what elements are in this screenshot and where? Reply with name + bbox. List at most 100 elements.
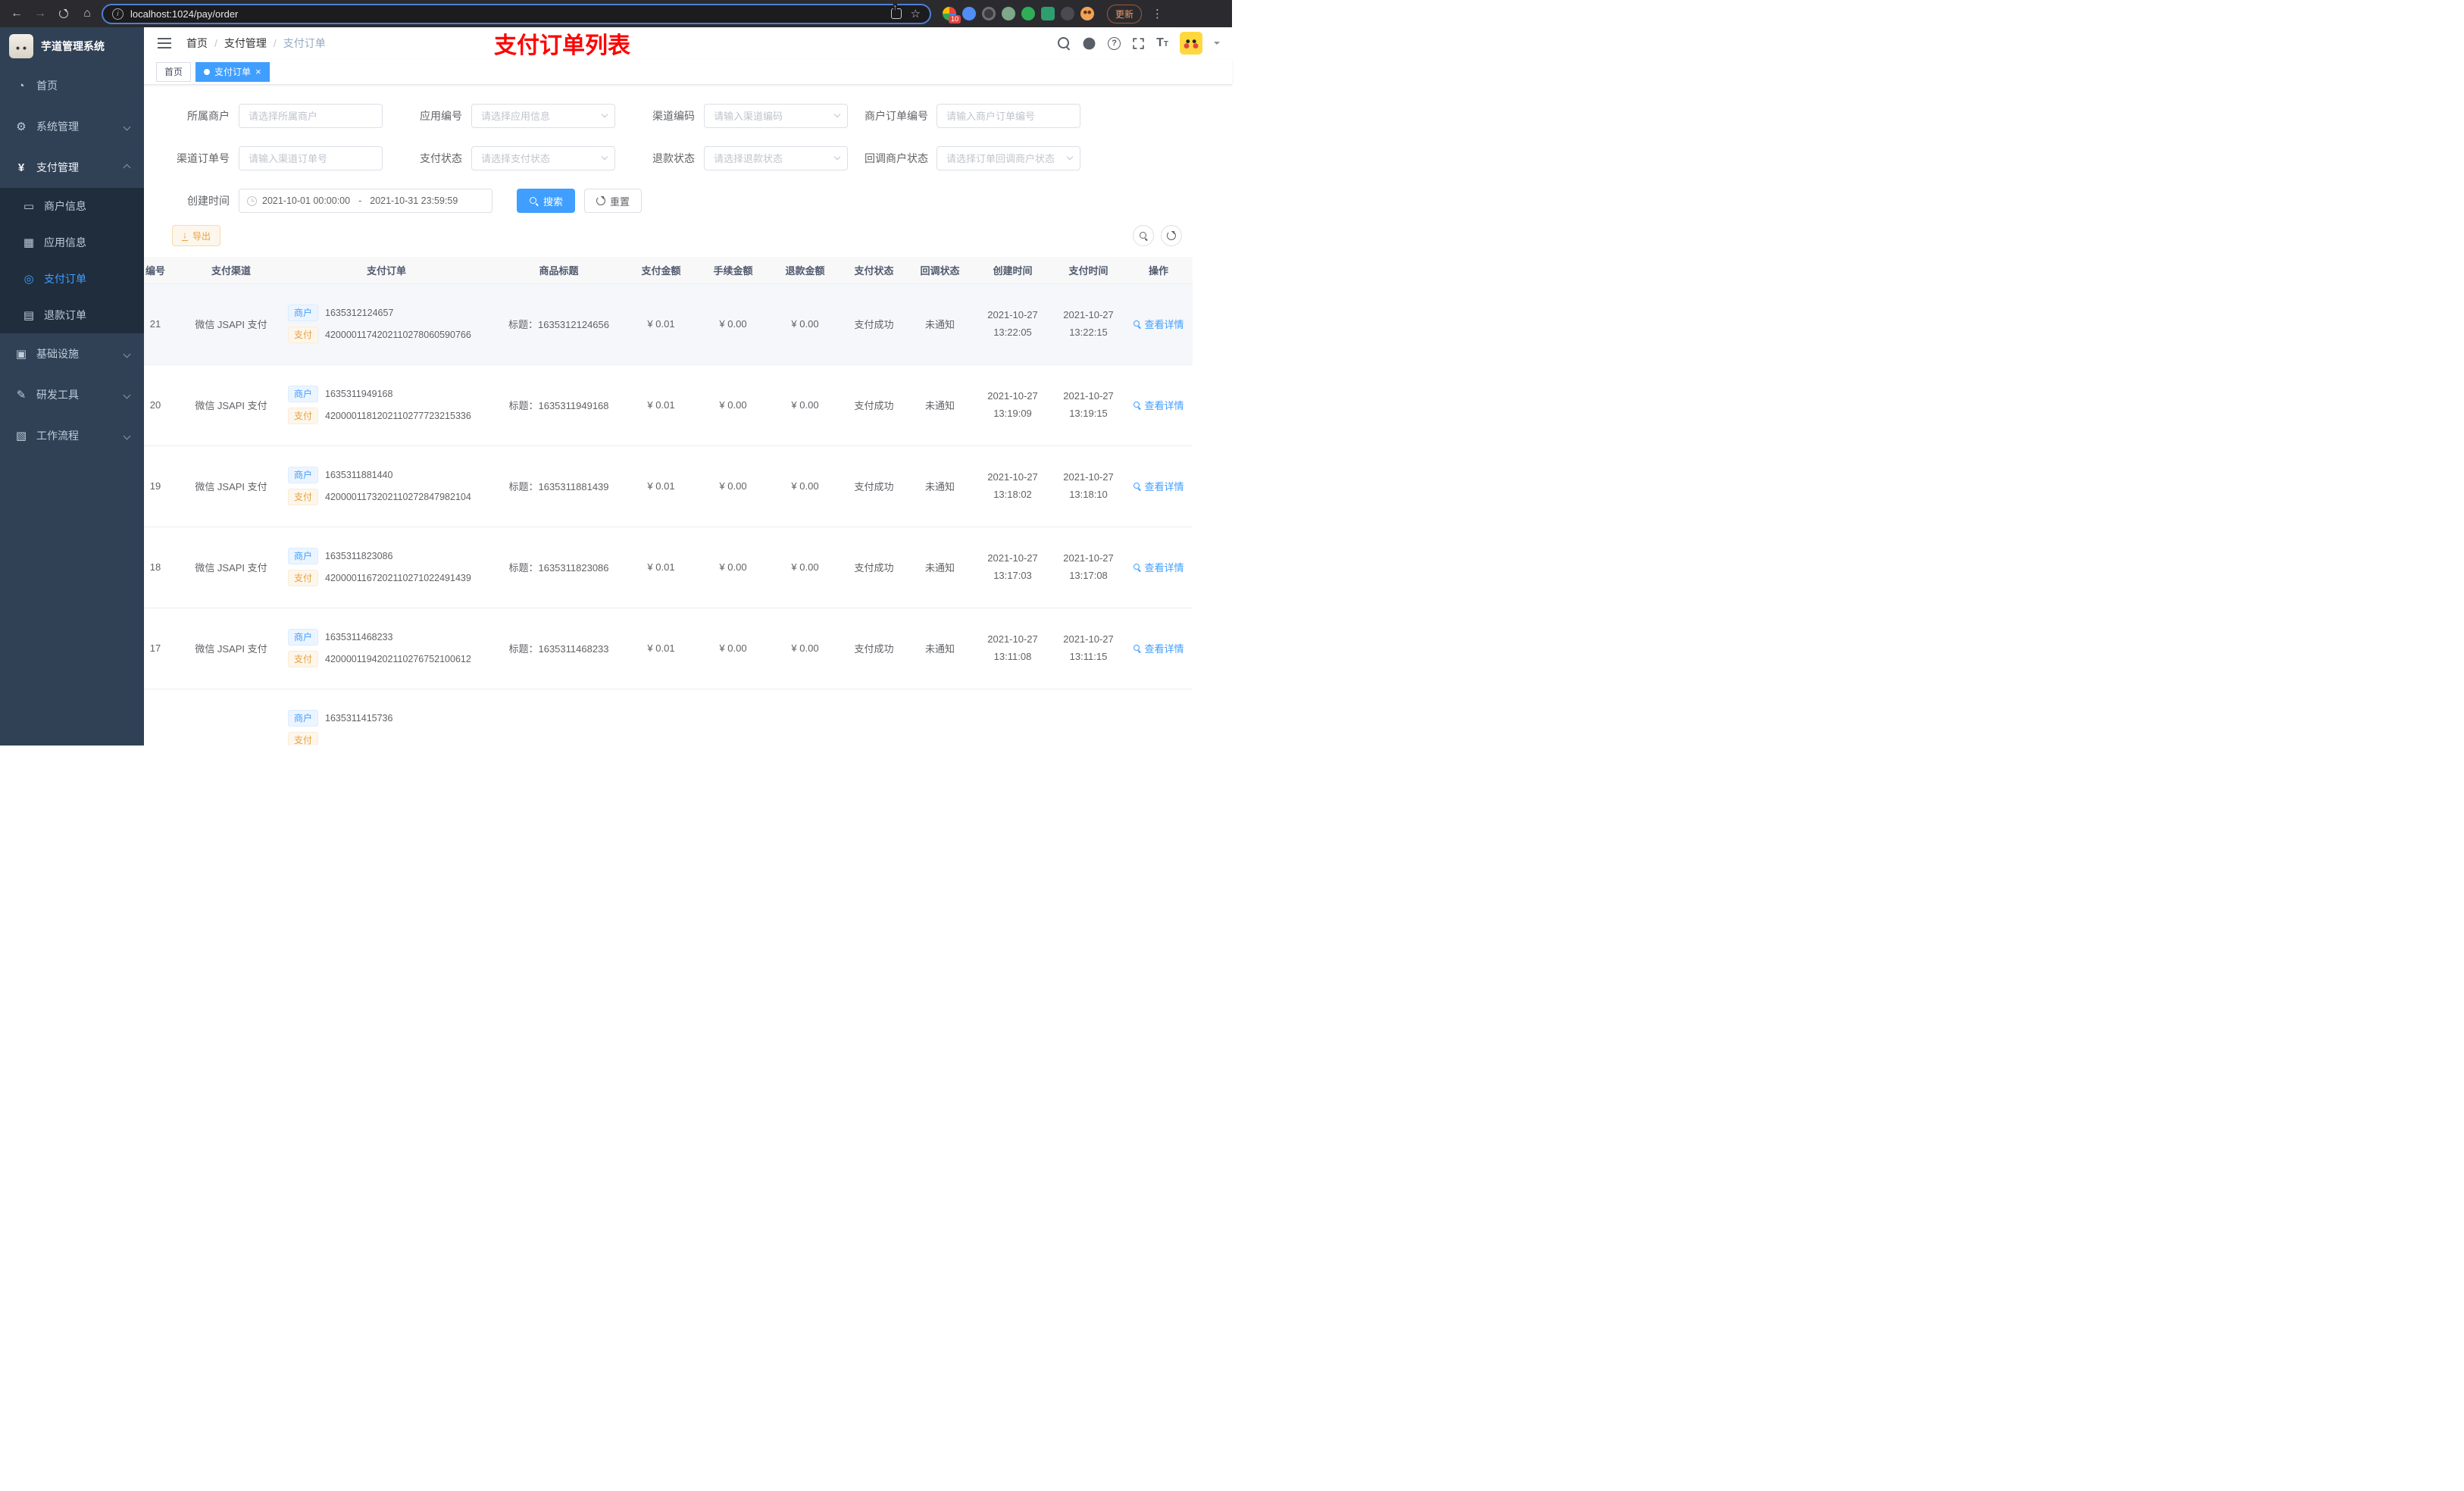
breadcrumb-item[interactable]: 首页 (186, 36, 208, 51)
avatar-caret-icon[interactable] (1214, 42, 1220, 48)
cell-pay-time: 2021-10-27 13:18:10 (1052, 445, 1124, 527)
reset-button[interactable]: 重置 (584, 189, 643, 213)
view-detail-link[interactable]: 查看详情 (1133, 317, 1184, 331)
refresh-table-button[interactable] (1161, 225, 1182, 246)
forward-button[interactable]: → (31, 5, 49, 23)
chevron-down-icon (123, 432, 131, 439)
col-header-action: 操作 (1124, 257, 1193, 284)
toggle-search-button[interactable] (1133, 225, 1154, 246)
extension-icon[interactable] (1021, 7, 1035, 20)
sidebar-item-infra[interactable]: ▣ 基础设施 (0, 333, 144, 374)
orders-table: 编号 支付渠道 支付订单 商品标题 支付金额 手续金额 退款金额 支付状态 回调… (144, 257, 1232, 746)
breadcrumb-item[interactable]: 支付管理 (224, 36, 267, 51)
channel-order-no-input[interactable] (239, 146, 383, 170)
notify-status-select[interactable] (937, 146, 1080, 170)
extension-icon[interactable] (982, 7, 996, 20)
merchant-tag: 商户 (288, 305, 319, 321)
pay-status-select[interactable] (471, 146, 615, 170)
cell-order: 商户 1635311468233 支付 42000011942021102767… (280, 608, 492, 689)
update-button[interactable]: 更新 (1107, 4, 1143, 23)
sidebar-item-refund-order[interactable]: ▤ 退款订单 (0, 297, 144, 333)
sidebar-item-label: 商户信息 (44, 200, 86, 212)
close-icon[interactable]: × (255, 67, 261, 77)
view-detail-link[interactable]: 查看详情 (1133, 398, 1184, 412)
chevron-up-icon (123, 164, 131, 171)
filter-pay-status: 支付状态 (399, 146, 615, 170)
address-bar[interactable]: i localhost:1024/pay/order ☆ (102, 3, 931, 24)
sidebar-item-pay-order[interactable]: ◎ 支付订单 (0, 261, 144, 297)
document-icon: ▤ (23, 309, 35, 322)
help-icon[interactable]: ? (1108, 36, 1121, 50)
reload-icon (59, 9, 68, 18)
cell-title: 标题：1635311823086 (492, 527, 625, 608)
browser-menu-icon[interactable]: ⋮ (1152, 7, 1163, 20)
font-size-icon[interactable]: TT (1156, 36, 1168, 50)
cell-id: 18 (144, 527, 182, 608)
cell-title: 标题：1635312124656 (492, 283, 625, 365)
merchant-order-no: 1635311881440 (325, 470, 393, 480)
tab-pay-order[interactable]: 支付订单 × (195, 61, 270, 82)
search-icon[interactable] (1057, 36, 1071, 50)
github-icon[interactable] (1082, 36, 1096, 51)
view-detail-link[interactable]: 查看详情 (1133, 560, 1184, 574)
tab-home[interactable]: 首页 (156, 61, 192, 82)
pay-order-no: 4200001181202110277723215336 (325, 411, 471, 421)
extension-icon[interactable] (962, 7, 976, 20)
extension-icon[interactable]: 10 (943, 7, 961, 23)
site-info-icon[interactable]: i (112, 8, 124, 20)
breadcrumb-separator: / (273, 37, 277, 49)
view-detail-link[interactable]: 查看详情 (1133, 479, 1184, 493)
cell-refund: ¥ 0.00 (769, 364, 841, 446)
profile-avatar-icon[interactable] (1080, 7, 1094, 20)
cell-action: 查看详情 (1124, 364, 1193, 446)
table-header-row: 编号 支付渠道 支付订单 商品标题 支付金额 手续金额 退款金额 支付状态 回调… (144, 257, 1193, 284)
pay-tag: 支付 (288, 732, 319, 746)
cell-notify: 未通知 (907, 608, 973, 689)
pay-order-no: 4200001173202110272847982104 (325, 492, 471, 502)
cell-status: 支付成功 (841, 608, 907, 689)
sidebar-item-merchant-info[interactable]: ▭ 商户信息 (0, 188, 144, 224)
export-button[interactable]: ↓ 导出 (172, 225, 221, 246)
cell-order: 商户 1635311881440 支付 42000011732021102728… (280, 445, 492, 527)
target-icon: ◎ (23, 273, 34, 286)
puzzle-extension-icon[interactable] (1061, 7, 1074, 20)
search-button[interactable]: 搜索 (517, 189, 576, 213)
app-select[interactable] (471, 104, 615, 128)
cell-channel: 微信 JSAPI 支付 (182, 283, 280, 365)
merchant-order-no-input[interactable] (937, 104, 1080, 128)
payment-submenu: ▭ 商户信息 ▦ 应用信息 ◎ 支付订单 ▤ 退款订单 (0, 188, 144, 333)
sidebar-item-label: 支付管理 (36, 161, 79, 173)
cell-status: 支付成功 (841, 283, 907, 365)
chevron-down-icon (123, 391, 131, 399)
home-button[interactable]: ⌂ (78, 5, 96, 23)
fullscreen-icon[interactable] (1132, 37, 1145, 50)
bookmark-star-icon[interactable]: ☆ (911, 7, 921, 20)
cell-amount: ¥ 0.01 (625, 364, 697, 446)
sidebar-toggle-icon[interactable] (158, 38, 171, 48)
filter-channel-order-no: 渠道订单号 (167, 146, 383, 170)
sidebar-item-payment[interactable]: ¥ 支付管理 (0, 147, 144, 188)
pay-order-no: 4200001174202110278060590766 (325, 330, 471, 340)
extension-icon[interactable] (1041, 7, 1055, 20)
user-avatar[interactable] (1180, 32, 1202, 55)
refund-status-select[interactable] (704, 146, 848, 170)
view-detail-link[interactable]: 查看详情 (1133, 641, 1184, 655)
extension-icon[interactable] (1002, 7, 1015, 20)
sidebar-item-devtools[interactable]: ✎ 研发工具 (0, 374, 144, 415)
sidebar-item-workflow[interactable]: ▧ 工作流程 (0, 415, 144, 456)
breadcrumb-current: 支付订单 (283, 37, 326, 49)
merchant-select[interactable] (239, 104, 383, 128)
breadcrumb: 首页 / 支付管理 / 支付订单 (186, 36, 326, 51)
sidebar-item-home[interactable]: ◔ 首页 (0, 65, 144, 106)
sidebar-item-system[interactable]: ⚙ 系统管理 (0, 106, 144, 147)
tag-tabs-bar: 首页 支付订单 × (144, 59, 1232, 85)
sidebar-item-app-info[interactable]: ▦ 应用信息 (0, 224, 144, 261)
create-time-range-picker[interactable]: 2021-10-01 00:00:00 - 2021-10-31 23:59:5… (239, 189, 492, 213)
bank-card-icon: ▭ (23, 200, 35, 213)
reload-button[interactable] (55, 5, 73, 23)
extensions-cluster: 10 (943, 7, 1094, 23)
cell-refund: ¥ 0.00 (769, 608, 841, 689)
channel-code-input[interactable] (704, 104, 848, 128)
back-button[interactable]: ← (8, 5, 26, 23)
share-icon[interactable] (890, 4, 902, 19)
